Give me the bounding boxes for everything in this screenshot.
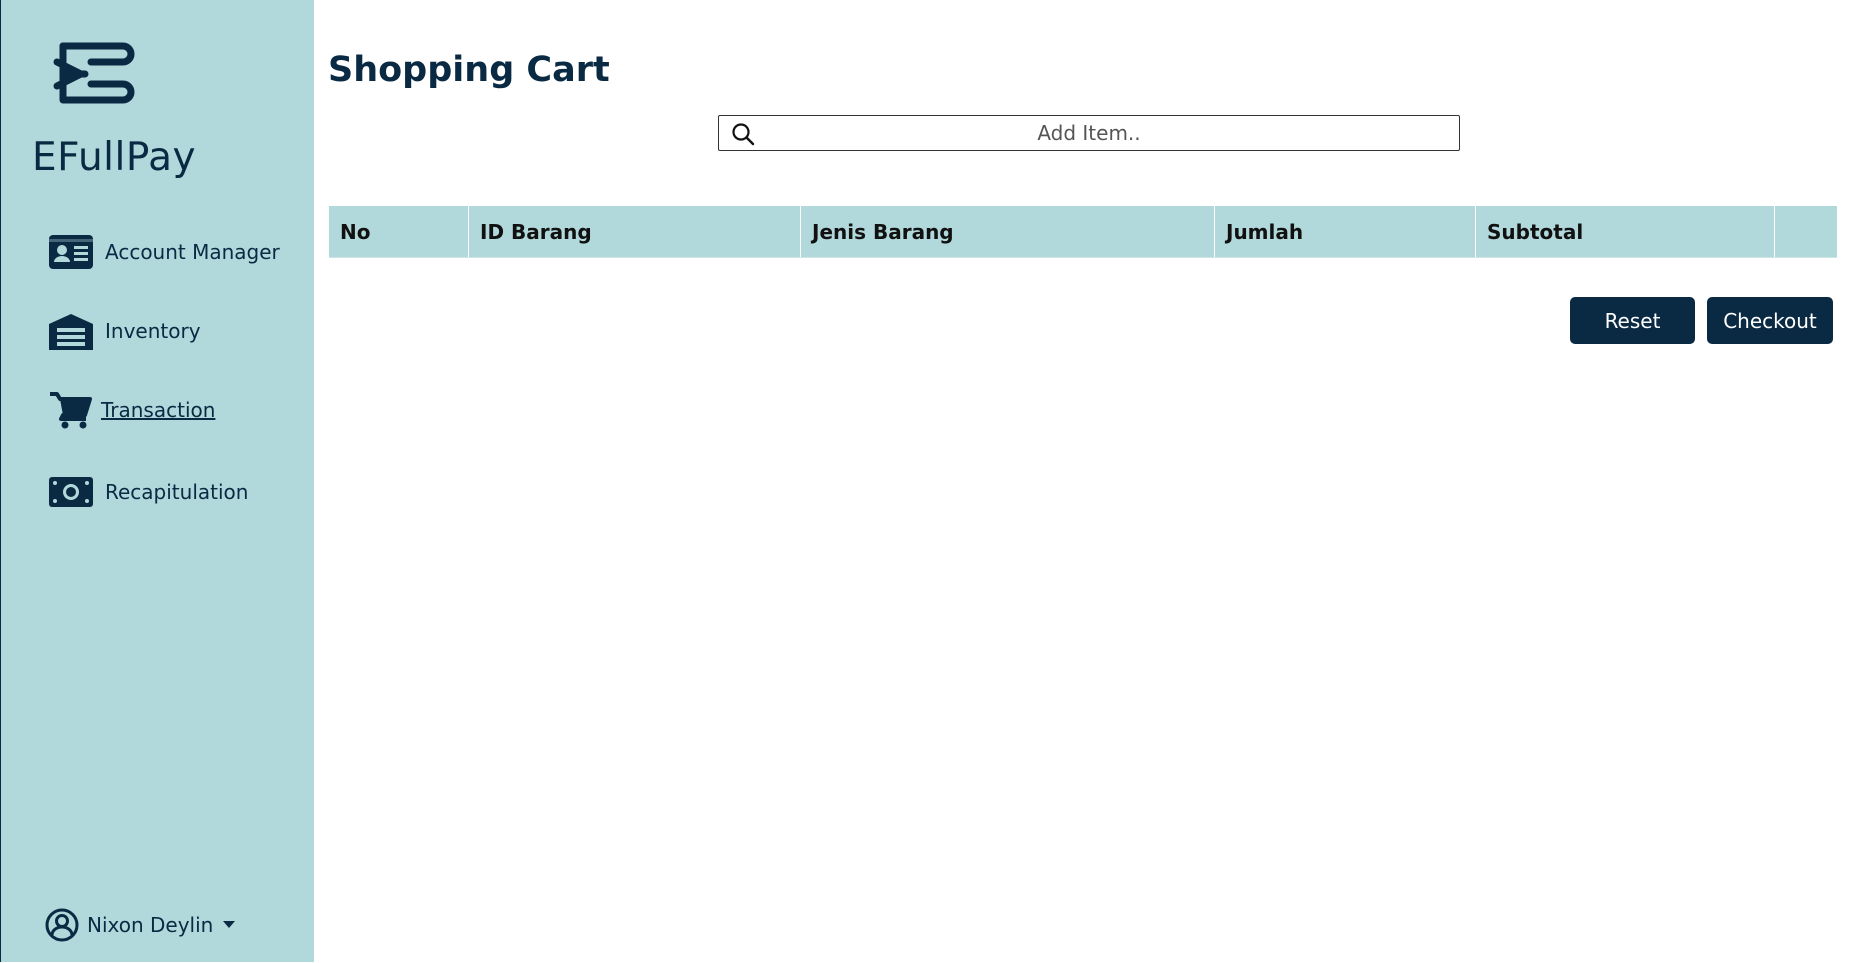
user-menu[interactable]: Nixon Deylin — [45, 908, 236, 942]
add-item-input[interactable] — [719, 116, 1459, 150]
efullpay-logo-icon — [53, 42, 135, 104]
warehouse-icon — [49, 309, 93, 353]
page-title: Shopping Cart — [328, 50, 610, 90]
reset-button[interactable]: Reset — [1570, 297, 1695, 344]
sidebar-item-recapitulation[interactable]: Recapitulation — [49, 468, 248, 516]
column-header-jumlah: Jumlah — [1215, 206, 1476, 257]
sidebar-item-label: Inventory — [105, 319, 201, 343]
cart-icon — [49, 388, 93, 432]
user-name: Nixon Deylin — [87, 913, 214, 937]
sidebar: EFullPay Account Manager Inventory Trans… — [0, 0, 314, 962]
id-card-icon — [49, 230, 93, 274]
search-icon — [732, 123, 755, 146]
sidebar-item-label: Transaction — [101, 398, 216, 422]
column-header-subtotal: Subtotal — [1476, 206, 1775, 257]
column-header-actions — [1775, 206, 1837, 257]
column-header-no: No — [329, 206, 469, 257]
caret-down-icon — [223, 921, 236, 928]
sidebar-item-inventory[interactable]: Inventory — [49, 307, 201, 355]
sidebar-item-label: Recapitulation — [105, 480, 249, 504]
sidebar-item-account-manager[interactable]: Account Manager — [49, 228, 280, 276]
brand-name: EFullPay — [32, 135, 197, 180]
checkout-button[interactable]: Checkout — [1707, 297, 1833, 344]
sidebar-item-label: Account Manager — [105, 240, 280, 264]
column-header-id-barang: ID Barang — [469, 206, 801, 257]
sidebar-item-transaction[interactable]: Transaction — [49, 386, 215, 434]
app-root: EFullPay Account Manager Inventory Trans… — [0, 0, 1851, 963]
cart-table-header: No ID Barang Jenis Barang Jumlah Subtota… — [329, 206, 1837, 258]
add-item-search — [718, 115, 1460, 151]
user-circle-icon — [45, 908, 79, 942]
column-header-jenis-barang: Jenis Barang — [801, 206, 1215, 257]
money-icon — [49, 470, 93, 514]
